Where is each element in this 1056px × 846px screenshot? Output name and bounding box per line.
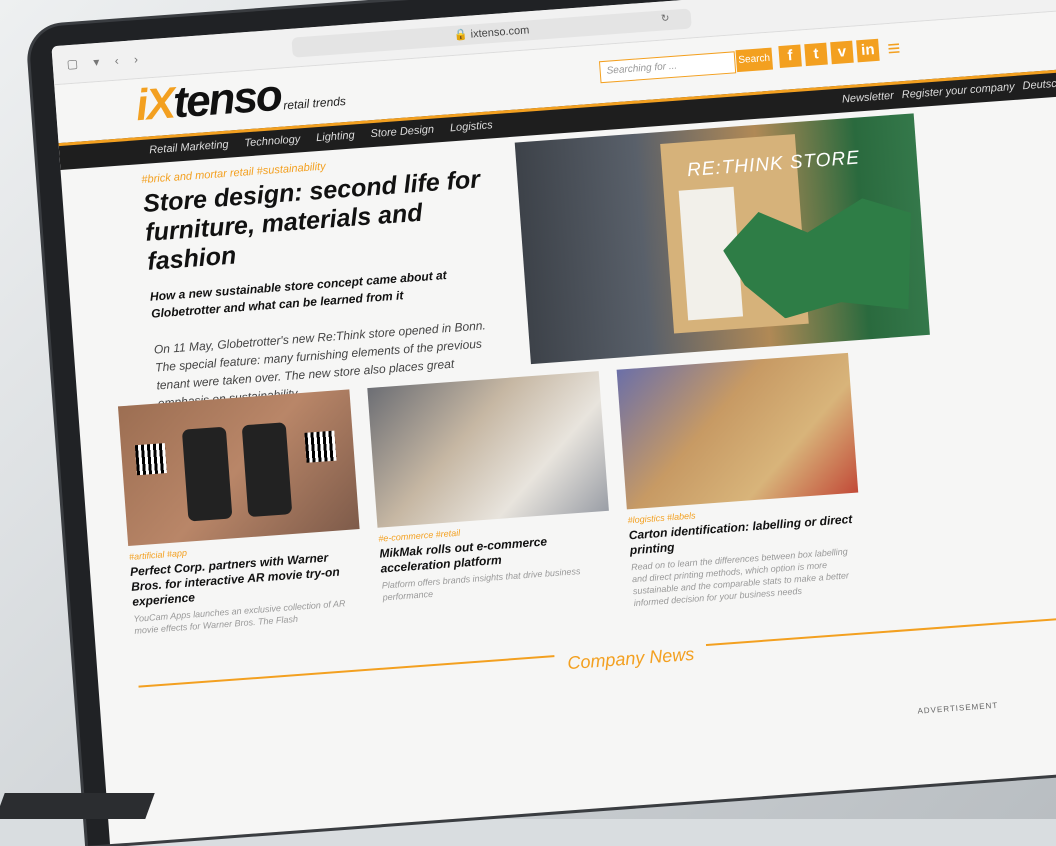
nav-item-newsletter[interactable]: Newsletter — [842, 90, 895, 106]
logo-tagline: retail trends — [282, 93, 347, 113]
article-card[interactable]: #artificial #app Perfect Corp. partners … — [117, 389, 367, 645]
twitter-icon[interactable]: t — [804, 42, 828, 67]
logo-prefix: iX — [134, 78, 176, 131]
logo-main: tenso — [171, 70, 283, 128]
nav-item-technology[interactable]: Technology — [244, 133, 301, 149]
hamburger-menu-icon[interactable]: ≡ — [882, 35, 906, 61]
keyboard-edge — [0, 793, 155, 819]
article-thumbnail[interactable] — [616, 352, 859, 510]
search-input[interactable]: Searching for ... — [598, 51, 737, 84]
url-text: ixtenso.com — [470, 24, 530, 41]
phone-image — [181, 426, 233, 522]
phone-image — [241, 422, 293, 518]
nav-item-store-design[interactable]: Store Design — [370, 124, 434, 141]
vimeo-icon[interactable]: v — [830, 40, 854, 65]
laptop-screen: ▢ ▾ ‹ › 🔒 ixtenso.com ↻ ⇪ iXtensoretail … — [51, 0, 1056, 845]
linkedin-icon[interactable]: in — [856, 38, 880, 63]
nav-item-lighting[interactable]: Lighting — [316, 129, 355, 144]
qr-code-icon — [304, 430, 337, 463]
nav-item-register-company[interactable]: Register your company — [901, 81, 1015, 101]
featured-image[interactable]: RE:THINK STORE — [514, 113, 930, 365]
social-links: f t v in ≡ — [778, 35, 906, 69]
facebook-icon[interactable]: f — [778, 44, 802, 69]
article-thumbnail[interactable] — [117, 389, 360, 547]
reload-icon[interactable]: ↻ — [661, 13, 670, 25]
nav-item-logistics[interactable]: Logistics — [450, 119, 494, 134]
article-card[interactable]: #logistics #labels Carton identification… — [616, 352, 866, 609]
laptop: ▢ ▾ ‹ › 🔒 ixtenso.com ↻ ⇪ iXtensoretail … — [28, 0, 1056, 846]
advertisement-label: ADVERTISEMENT — [917, 700, 999, 716]
nav-item-language[interactable]: Deutsch — [1022, 77, 1056, 92]
article-thumbnail[interactable] — [367, 371, 609, 528]
article-card[interactable]: #e-commerce #retail MikMak rolls out e-c… — [367, 371, 616, 627]
company-news-heading: Company News — [554, 643, 707, 676]
nav-item-retail-marketing[interactable]: Retail Marketing — [149, 139, 229, 157]
search-button[interactable]: Search — [735, 47, 774, 73]
qr-code-icon — [134, 443, 167, 476]
browser-nav-controls-icon[interactable]: ▢ ▾ ‹ › — [66, 52, 144, 72]
